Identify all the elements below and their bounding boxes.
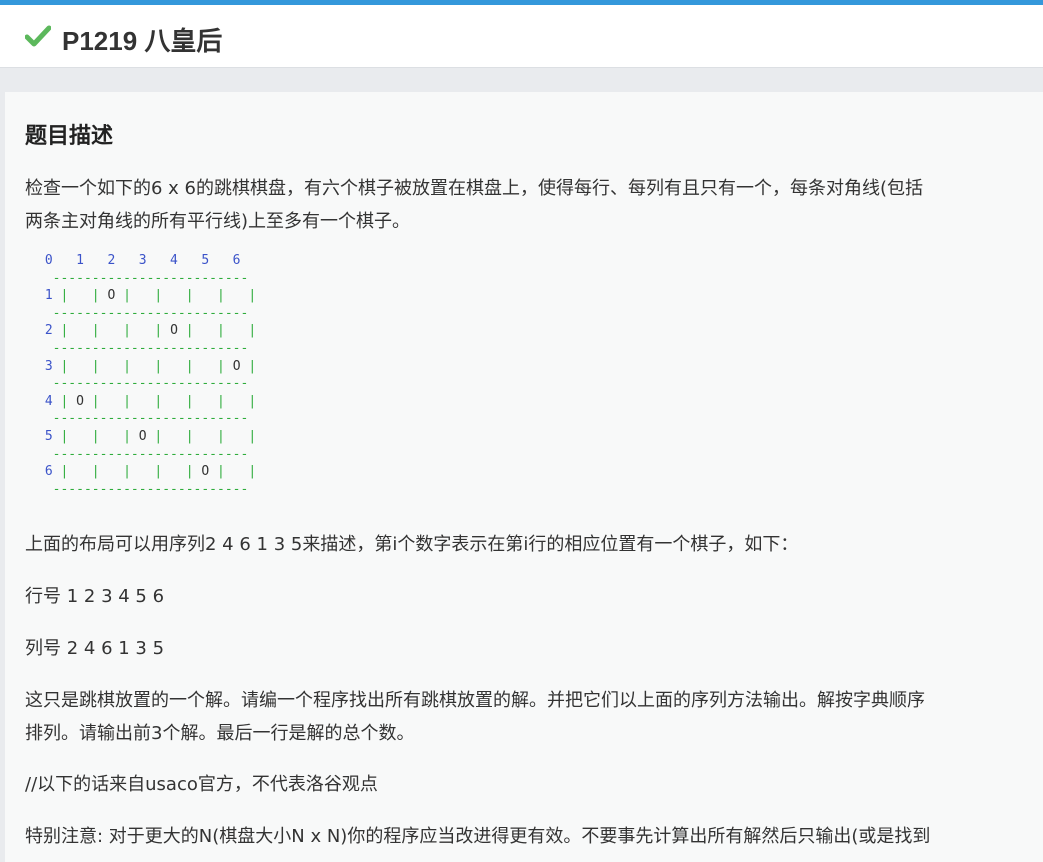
board-separator: ------------------------- <box>37 270 249 286</box>
section-title: 题目描述 <box>25 124 114 149</box>
chess-board-diagram: 0 1 2 3 4 5 6 ------------------------- … <box>37 252 256 498</box>
board-separator: ------------------------- <box>37 340 249 356</box>
board-row-label: 6 <box>37 464 61 480</box>
board-separator: ------------------------- <box>37 411 249 427</box>
column-numbers-line: 列号 2 4 6 1 3 5 <box>25 638 165 659</box>
board-column-header: 0 1 2 3 4 5 6 <box>37 253 241 268</box>
board-separator: ------------------------- <box>37 305 249 321</box>
board-row: 4 | O | | | | | | <box>37 393 257 409</box>
problem-card: 题目描述 检查一个如下的6 x 6的跳棋棋盘，有六个棋子被放置在棋盘上，使得每行… <box>5 92 1043 862</box>
board-separator: ------------------------- <box>37 481 249 497</box>
description-paragraph-3: 这只是跳棋放置的一个解。请编一个程序找出所有跳棋放置的解。并把它们以上面的序列方… <box>25 690 925 744</box>
board-row-label: 4 <box>37 393 61 409</box>
description-paragraph-1: 检查一个如下的6 x 6的跳棋棋盘，有六个棋子被放置在棋盘上，使得每行、每列有且… <box>25 178 924 232</box>
usaco-note: //以下的话来自usaco官方，不代表洛谷观点 <box>25 774 378 795</box>
board-separator: ------------------------- <box>37 376 249 392</box>
board-separator: ------------------------- <box>37 446 249 462</box>
board-row-label: 3 <box>37 358 61 374</box>
board-row: 3 | | | | | | O | <box>37 358 257 374</box>
board-row: 5 | | | O | | | | <box>37 428 257 444</box>
board-row-label: 1 <box>37 288 61 304</box>
problem-header: P1219 八皇后 <box>0 5 1043 68</box>
board-row: 2 | | | | O | | | <box>37 323 257 339</box>
board-row: 6 | | | | | O | | <box>37 464 257 480</box>
special-note: 特别注意: 对于更大的N(棋盘大小N x N)你的程序应当改进得更有效。不要事先… <box>25 826 931 847</box>
board-row-label: 5 <box>37 428 61 444</box>
board-row-label: 2 <box>37 323 61 339</box>
page-title: P1219 八皇后 <box>62 26 223 56</box>
description-paragraph-2: 上面的布局可以用序列2 4 6 1 3 5来描述，第i个数字表示在第i行的相应位… <box>25 534 799 555</box>
row-numbers-line: 行号 1 2 3 4 5 6 <box>25 586 165 607</box>
check-icon <box>25 25 51 47</box>
board-row: 1 | | O | | | | | <box>37 288 257 304</box>
